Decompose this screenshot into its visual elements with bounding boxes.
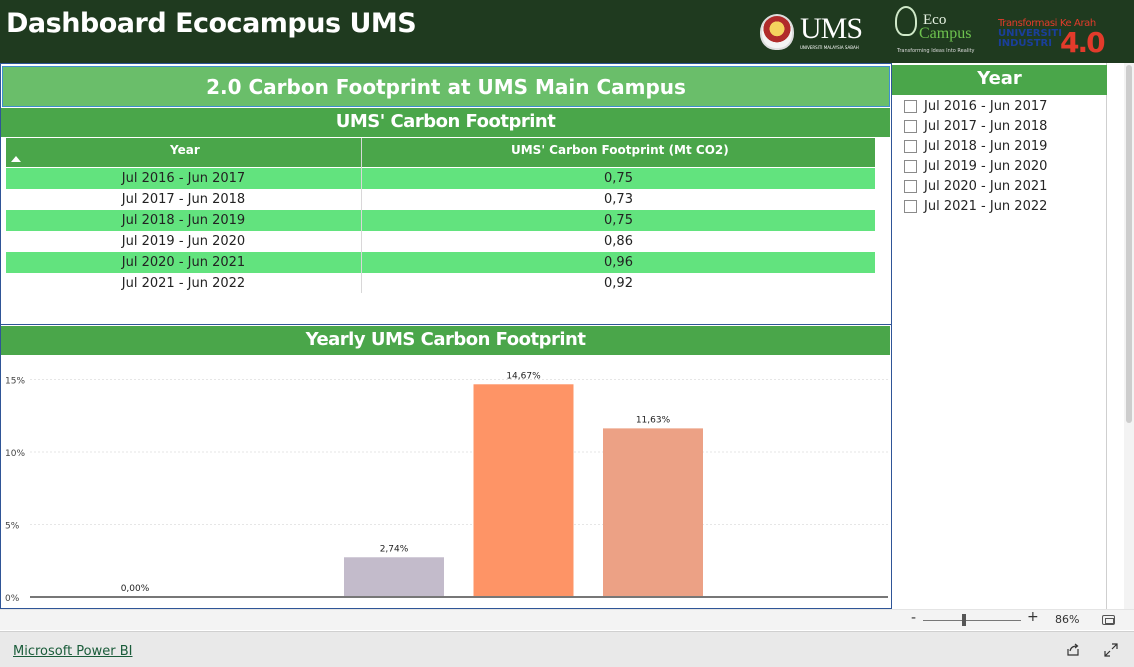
checkbox[interactable]: [904, 160, 917, 173]
cell-footprint: 0,75: [604, 171, 633, 186]
share-icon[interactable]: [1066, 643, 1080, 657]
y-tick-label: 15%: [5, 377, 25, 387]
checkbox[interactable]: [904, 180, 917, 193]
ums-logo-text: UMS: [800, 12, 863, 45]
sort-ascending-icon[interactable]: [11, 156, 21, 162]
column-header-year[interactable]: Year: [170, 143, 200, 157]
cell-year: Jul 2020 - Jun 2021: [121, 255, 246, 270]
zoom-slider-thumb[interactable]: [962, 614, 966, 626]
cell-year: Jul 2021 - Jun 2022: [121, 276, 246, 291]
table-header: Year UMS' Carbon Footprint (Mt CO2): [6, 138, 875, 167]
slicer-item-label: Jul 2021 - Jun 2022: [924, 199, 1048, 214]
fit-to-page-icon[interactable]: [1102, 615, 1115, 625]
panel-separator: [0, 324, 891, 325]
industri-logo-line2: UNIVERSITI INDUSTRI: [998, 29, 1062, 49]
zoom-bar: - + 86%: [0, 609, 1134, 630]
slicer-item-label: Jul 2020 - Jun 2021: [924, 179, 1048, 194]
slicer-item-label: Jul 2016 - Jun 2017: [924, 99, 1048, 114]
y-tick-label: 10%: [5, 449, 25, 459]
column-header-footprint[interactable]: UMS' Carbon Footprint (Mt CO2): [511, 143, 729, 157]
slicer-item-label: Jul 2018 - Jun 2019: [924, 139, 1048, 154]
section-banner-title: 2.0 Carbon Footprint at UMS Main Campus: [206, 75, 686, 99]
ums-crest-icon: [760, 14, 794, 50]
y-tick-label: 0%: [5, 594, 20, 604]
zoom-level: 86%: [1055, 613, 1080, 626]
cell-footprint: 0,96: [604, 255, 633, 270]
ums-logo: UMS UNIVERSITI MALAYSIA SABAH: [760, 12, 868, 52]
zoom-in-button[interactable]: +: [1027, 609, 1039, 625]
ecocampus-logo: Eco Campus Transforming Ideas Into Reali…: [895, 6, 985, 56]
zoom-out-button[interactable]: -: [911, 610, 916, 626]
slicer-item-label: Jul 2017 - Jun 2018: [924, 119, 1048, 134]
bar: [603, 428, 703, 597]
cell-footprint: 0,92: [604, 276, 633, 291]
cell-year: Jul 2018 - Jun 2019: [121, 213, 246, 228]
zoom-slider-track[interactable]: [923, 620, 1021, 621]
table-row[interactable]: Jul 2019 - Jun 2020 0,86: [6, 231, 875, 252]
lightbulb-icon: [895, 6, 917, 36]
ecocampus-logo-line2: Campus: [919, 25, 972, 42]
cell-year: Jul 2016 - Jun 2017: [121, 171, 246, 186]
chart-panel-title: Yearly UMS Carbon Footprint: [305, 329, 586, 350]
table-panel-header: UMS' Carbon Footprint: [1, 108, 890, 137]
table-row[interactable]: Jul 2017 - Jun 2018 0,73: [6, 189, 875, 210]
cell-year: Jul 2017 - Jun 2018: [121, 192, 246, 207]
page-title: Dashboard Ecocampus UMS: [6, 8, 417, 39]
bar-data-label: 14,67%: [506, 371, 541, 381]
slicer-item[interactable]: Jul 2021 - Jun 2022: [904, 198, 1094, 216]
industri-logo: Transformasi Ke Arah UNIVERSITI INDUSTRI…: [998, 18, 1106, 59]
slicer-item[interactable]: Jul 2019 - Jun 2020: [904, 158, 1094, 176]
slicer-item-label: Jul 2019 - Jun 2020: [924, 159, 1048, 174]
power-bi-link[interactable]: Microsoft Power BI: [13, 644, 132, 659]
chart-panel-header: Yearly UMS Carbon Footprint: [1, 326, 890, 355]
checkbox[interactable]: [904, 100, 917, 113]
year-slicer: Year Jul 2016 - Jun 2017 Jul 2017 - Jun …: [891, 63, 1107, 609]
slicer-item[interactable]: Jul 2017 - Jun 2018: [904, 118, 1094, 136]
slicer-title: Year: [977, 68, 1022, 89]
slicer-item[interactable]: Jul 2020 - Jun 2021: [904, 178, 1094, 196]
table-panel-title: UMS' Carbon Footprint: [335, 111, 556, 132]
table-row[interactable]: Jul 2020 - Jun 2021 0,96: [6, 252, 875, 273]
header-bar: Dashboard Ecocampus UMS UMS UNIVERSITI M…: [0, 0, 1134, 63]
y-tick-label: 5%: [5, 522, 20, 532]
industri-logo-industri: INDUSTRI: [998, 38, 1052, 49]
ecocampus-logo-tagline: Transforming Ideas Into Reality: [897, 48, 975, 54]
bar-data-label: 2,74%: [380, 544, 409, 554]
scrollbar-thumb[interactable]: [1126, 65, 1132, 423]
checkbox[interactable]: [904, 140, 917, 153]
bar-chart-svg: 0% 5% 10% 15% 0,00% 2,74% 14,67% 11,63%: [5, 371, 888, 604]
column-divider: [361, 138, 362, 293]
industri-logo-number: 4.0: [1060, 26, 1106, 59]
cell-year: Jul 2019 - Jun 2020: [121, 234, 246, 249]
footer-bar: Microsoft Power BI: [0, 631, 1134, 667]
cell-footprint: 0,86: [604, 234, 633, 249]
bar-data-label: 11,63%: [636, 415, 671, 425]
yearly-footprint-chart: 0% 5% 10% 15% 0,00% 2,74% 14,67% 11,63%: [0, 357, 891, 609]
cell-footprint: 0,75: [604, 213, 633, 228]
table-row[interactable]: Jul 2018 - Jun 2019 0,75: [6, 210, 875, 231]
table-row[interactable]: Jul 2021 - Jun 2022 0,92: [6, 273, 875, 294]
slicer-item[interactable]: Jul 2018 - Jun 2019: [904, 138, 1094, 156]
bar: [473, 384, 574, 597]
vertical-scrollbar[interactable]: [1124, 63, 1134, 609]
fullscreen-icon[interactable]: [1104, 643, 1118, 657]
slicer-item[interactable]: Jul 2016 - Jun 2017: [904, 98, 1094, 116]
table-row[interactable]: Jul 2016 - Jun 2017 0,75: [6, 168, 875, 189]
bar: [344, 557, 444, 597]
section-banner: 2.0 Carbon Footprint at UMS Main Campus: [2, 66, 890, 107]
checkbox[interactable]: [904, 200, 917, 213]
cell-footprint: 0,73: [604, 192, 633, 207]
checkbox[interactable]: [904, 120, 917, 133]
ums-logo-subtitle: UNIVERSITI MALAYSIA SABAH: [800, 45, 859, 50]
bar-data-label: 0,00%: [121, 584, 150, 594]
slicer-header: Year: [892, 65, 1107, 95]
